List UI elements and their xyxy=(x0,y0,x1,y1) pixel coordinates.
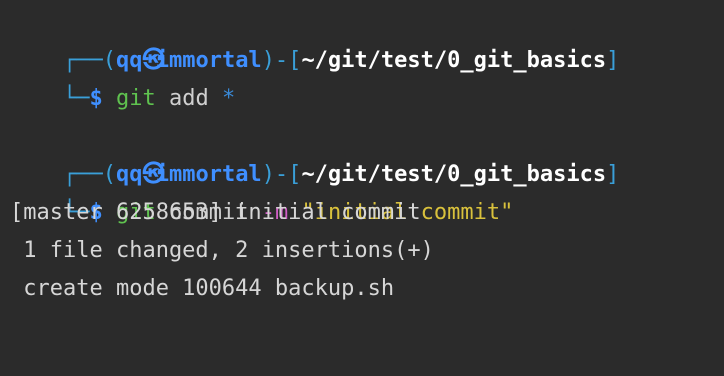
output-line: [master 6258653] initial commit xyxy=(10,200,421,225)
command-name: git xyxy=(115,86,156,111)
prompt-line-top: ┌──(qq㉿immortal)-[~/git/test/0_git_basic… xyxy=(10,118,724,187)
output-line: 1 file changed, 2 insertions(+) xyxy=(10,238,434,263)
output-line: create mode 100644 backup.sh xyxy=(10,276,395,301)
prompt-corner-bottom: └─ xyxy=(62,86,90,111)
prompt-line-top: ┌──(qq㉿immortal)-[~/git/test/0_git_basic… xyxy=(10,4,724,73)
prompt-line-command: └─$ git commit -m "initial commit" xyxy=(10,156,724,225)
terminal-window[interactable]: ┌──(qq㉿immortal)-[~/git/test/0_git_basic… xyxy=(0,0,724,376)
command-arg: * xyxy=(221,86,236,111)
prompt-line-command: └─$ git add * xyxy=(10,42,724,111)
prompt-dollar: $ xyxy=(89,86,103,111)
command-arg: add xyxy=(168,86,209,111)
